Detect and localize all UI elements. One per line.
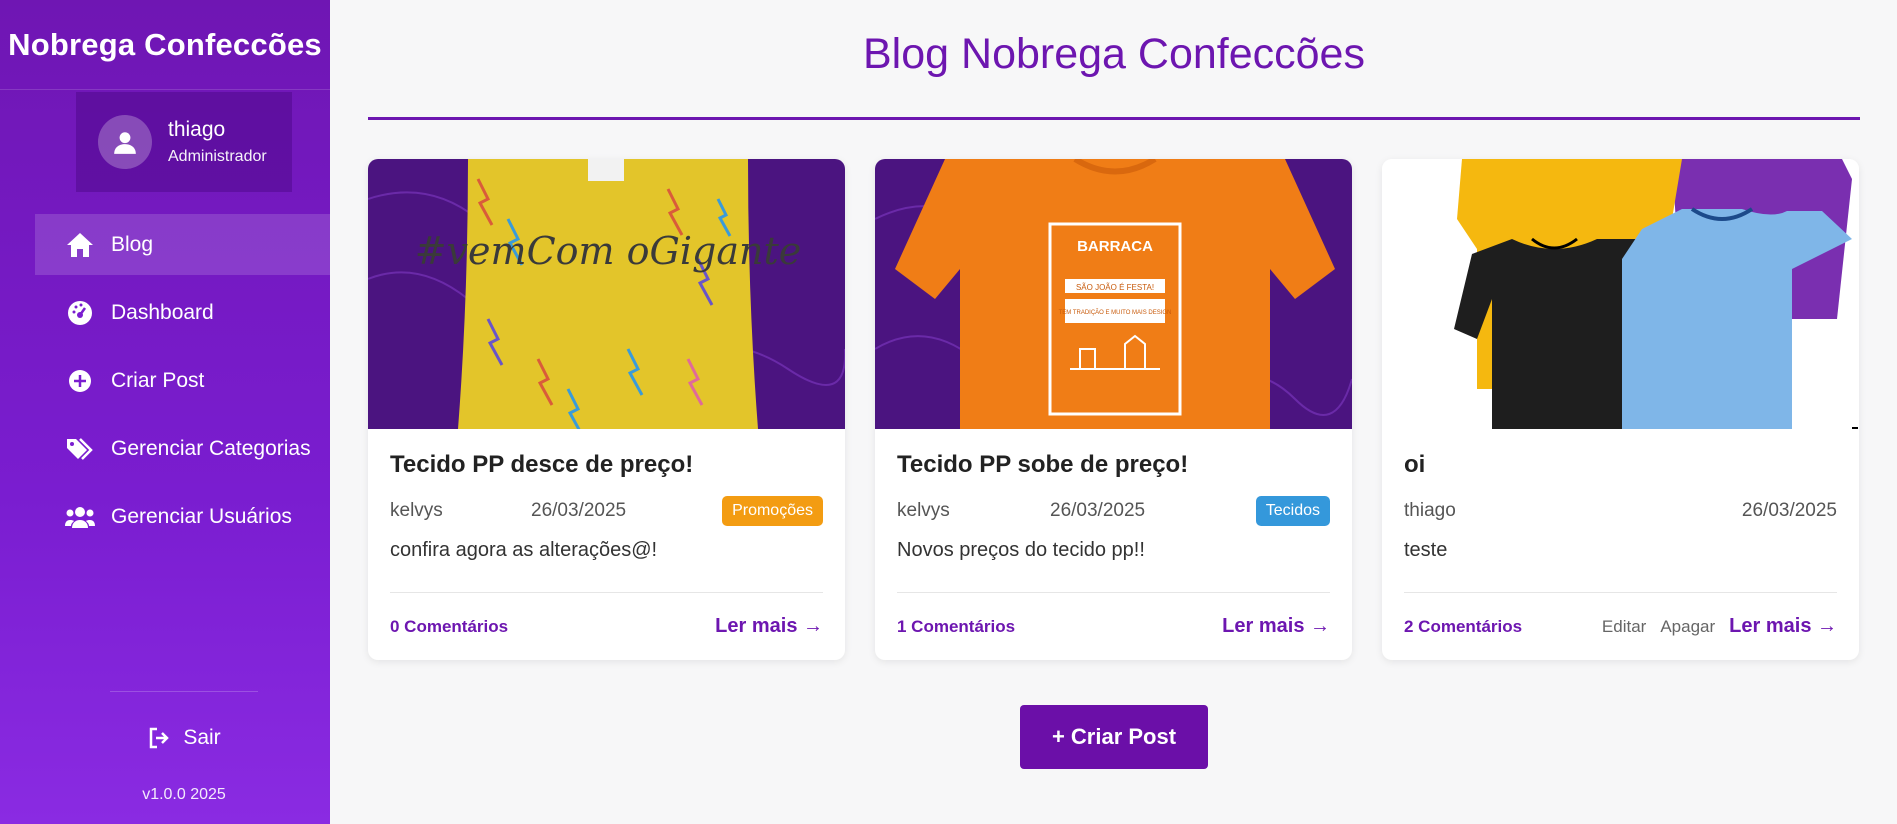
read-more-link[interactable]: Ler mais → bbox=[1222, 615, 1330, 638]
shirt-print-text: SÃO JOÃO É FESTA! bbox=[1076, 283, 1154, 292]
create-post-button[interactable]: + Criar Post bbox=[1020, 705, 1208, 769]
sign-out-icon bbox=[147, 723, 173, 753]
post-meta: kelvys 26/03/2025 Tecidos bbox=[897, 495, 1330, 527]
post-image[interactable]: BARRACA SÃO JOÃO É FESTA! TEM TRADIÇÃO E… bbox=[875, 159, 1352, 429]
post-date: 26/03/2025 bbox=[531, 500, 627, 521]
post-meta: kelvys 26/03/2025 Promoções bbox=[390, 495, 823, 527]
shirt-print-text: #vemCom oGigante bbox=[415, 229, 802, 273]
sidebar: Nobrega Confeccões thiago Administrador … bbox=[0, 0, 330, 824]
main-content: Blog Nobrega Confeccões #vemCom oGigante… bbox=[368, 0, 1897, 824]
sidebar-item-categorias[interactable]: Gerenciar Categorias bbox=[35, 418, 330, 479]
sidebar-item-criar-post[interactable]: Criar Post bbox=[35, 350, 330, 411]
brand-title: Nobrega Confeccões bbox=[0, 0, 330, 90]
user-name: thiago bbox=[168, 118, 226, 141]
post-date: 26/03/2025 bbox=[1741, 500, 1837, 521]
post-card: #vemCom oGigante Tecido PP desce de preç… bbox=[368, 159, 845, 660]
read-more-link[interactable]: Ler mais → bbox=[1729, 615, 1837, 638]
plus-circle-icon bbox=[65, 366, 95, 396]
post-author: kelvys bbox=[897, 500, 950, 521]
category-badge[interactable]: Promoções bbox=[722, 496, 823, 526]
post-image[interactable] bbox=[1382, 159, 1859, 429]
sidebar-item-label: Gerenciar Usuários bbox=[111, 504, 292, 528]
comments-link[interactable]: 2 Comentários bbox=[1404, 617, 1602, 637]
post-card: BARRACA SÃO JOÃO É FESTA! TEM TRADIÇÃO E… bbox=[875, 159, 1352, 660]
version-text: v1.0.0 2025 bbox=[142, 786, 226, 803]
sidebar-divider bbox=[110, 691, 258, 692]
delete-post-link[interactable]: Apagar bbox=[1660, 617, 1715, 637]
sidebar-nav: Blog Dashboard Criar Post Gerenciar Cate… bbox=[35, 214, 330, 554]
shirt-print-text: TEM TRADIÇÃO E MUITO MAIS DESIGN bbox=[1059, 309, 1172, 316]
user-role: Administrador bbox=[168, 148, 267, 165]
page-title: Blog Nobrega Confeccões bbox=[863, 30, 1365, 78]
post-footer: 1 Comentários Ler mais → bbox=[897, 592, 1330, 660]
sidebar-item-label: Criar Post bbox=[111, 368, 205, 392]
sidebar-item-blog[interactable]: Blog bbox=[35, 214, 330, 275]
sidebar-item-label: Blog bbox=[111, 232, 154, 256]
comments-link[interactable]: 1 Comentários bbox=[897, 617, 1222, 637]
users-icon bbox=[65, 502, 95, 532]
tags-icon bbox=[65, 434, 95, 464]
user-card: thiago Administrador bbox=[76, 92, 292, 192]
sidebar-item-label: Gerenciar Categorias bbox=[111, 436, 311, 460]
post-excerpt: confira agora as alterações@! bbox=[390, 539, 658, 561]
post-title[interactable]: Tecido PP sobe de preço! bbox=[897, 451, 1330, 485]
post-footer: 0 Comentários Ler mais → bbox=[390, 592, 823, 660]
post-image[interactable]: #vemCom oGigante bbox=[368, 159, 845, 429]
post-card: oi thiago 26/03/2025 teste 2 Comentários… bbox=[1382, 159, 1859, 660]
user-avatar-icon bbox=[98, 115, 152, 169]
edit-post-link[interactable]: Editar bbox=[1602, 617, 1646, 637]
post-meta: thiago 26/03/2025 bbox=[1404, 495, 1837, 527]
logout-button[interactable]: Sair bbox=[0, 723, 368, 753]
shirt-print-text: BARRACA bbox=[1077, 238, 1153, 255]
post-date: 26/03/2025 bbox=[1050, 500, 1146, 521]
post-title[interactable]: Tecido PP desce de preço! bbox=[390, 451, 823, 485]
comments-link[interactable]: 0 Comentários bbox=[390, 617, 715, 637]
post-footer: 2 Comentários Editar Apagar Ler mais → bbox=[1404, 592, 1837, 660]
sidebar-item-label: Dashboard bbox=[111, 300, 214, 324]
read-more-link[interactable]: Ler mais → bbox=[715, 615, 823, 638]
post-author: thiago bbox=[1404, 500, 1456, 521]
post-list: #vemCom oGigante Tecido PP desce de preç… bbox=[368, 159, 1860, 660]
post-excerpt: Novos preços do tecido pp!! bbox=[897, 539, 1145, 561]
post-title[interactable]: oi bbox=[1404, 451, 1837, 485]
logout-label: Sair bbox=[183, 726, 221, 749]
post-excerpt: teste bbox=[1404, 539, 1448, 561]
category-badge[interactable]: Tecidos bbox=[1255, 496, 1330, 526]
post-author: kelvys bbox=[390, 500, 443, 521]
home-icon bbox=[65, 230, 95, 260]
gauge-icon bbox=[65, 298, 95, 328]
sidebar-item-usuarios[interactable]: Gerenciar Usuários bbox=[35, 486, 330, 547]
title-divider bbox=[368, 117, 1860, 120]
sidebar-item-dashboard[interactable]: Dashboard bbox=[35, 282, 330, 343]
